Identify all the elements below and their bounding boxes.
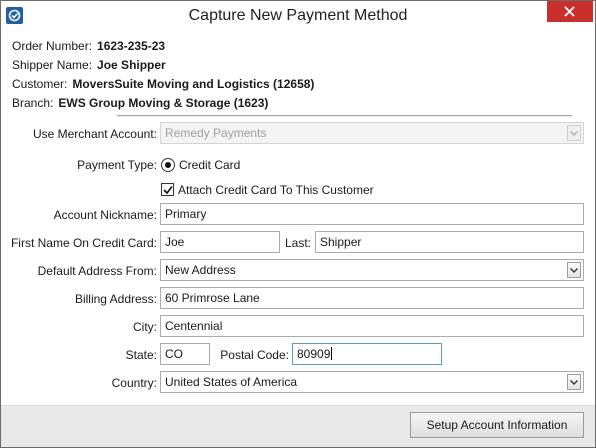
- country-dropdown-button[interactable]: [567, 374, 581, 390]
- window-title: Capture New Payment Method: [188, 7, 408, 24]
- postal-code-value: 80909: [297, 347, 331, 361]
- nickname-input[interactable]: Primary: [160, 203, 584, 225]
- country-value: United States of America: [165, 375, 298, 389]
- chevron-down-icon: [570, 131, 578, 136]
- customer-value: MoversSuite Moving and Logistics (12658): [72, 77, 315, 91]
- billing-address-label: Billing Address:: [74, 292, 157, 306]
- merchant-account-value: Remedy Payments: [165, 126, 267, 140]
- billing-address-input[interactable]: 60 Primrose Lane: [160, 287, 584, 309]
- merchant-account-select: Remedy Payments: [160, 122, 584, 144]
- close-button[interactable]: [547, 1, 593, 22]
- close-icon: [564, 6, 575, 17]
- branch-label: Branch:: [12, 96, 54, 110]
- default-address-label: Default Address From:: [37, 264, 157, 278]
- attach-card-checkbox[interactable]: [161, 183, 174, 196]
- state-input[interactable]: CO: [160, 343, 210, 365]
- order-number-row: Order Number: 1623-235-23: [12, 39, 165, 53]
- city-label: City:: [133, 320, 157, 334]
- text-caret: [331, 347, 333, 360]
- attach-card-label[interactable]: Attach Credit Card To This Customer: [178, 183, 374, 197]
- last-name-input[interactable]: Shipper: [315, 231, 584, 253]
- last-name-label: Last:: [284, 236, 311, 250]
- shipper-value: Joe Shipper: [97, 58, 166, 72]
- credit-card-radio[interactable]: [161, 158, 175, 172]
- first-name-label: First Name On Credit Card:: [10, 236, 157, 250]
- customer-row: Customer: MoversSuite Moving and Logistic…: [12, 77, 314, 91]
- title-bar[interactable]: Capture New Payment Method: [1, 1, 595, 32]
- postal-code-input[interactable]: 80909: [292, 343, 442, 365]
- payment-method-dialog: Capture New Payment Method Order Number:…: [0, 0, 596, 448]
- payment-type-label: Payment Type:: [77, 158, 157, 172]
- customer-label: Customer:: [12, 77, 68, 91]
- first-name-input[interactable]: Joe: [160, 231, 280, 253]
- credit-card-radio-label[interactable]: Credit Card: [179, 158, 240, 172]
- branch-value: EWS Group Moving & Storage (1623): [58, 96, 269, 110]
- default-address-value: New Address: [165, 263, 236, 277]
- default-address-select[interactable]: New Address: [160, 259, 584, 281]
- merchant-account-dropdown-button: [567, 125, 581, 141]
- setup-account-button[interactable]: Setup Account Information: [410, 412, 584, 438]
- shipper-row: Shipper Name: Joe Shipper: [12, 58, 166, 72]
- state-label: State:: [125, 348, 157, 362]
- postal-code-label: Postal Code:: [220, 348, 289, 362]
- order-number-value: 1623-235-23: [97, 39, 166, 53]
- checkmark-icon: [163, 186, 173, 195]
- branch-row: Branch: EWS Group Moving & Storage (1623): [12, 96, 268, 110]
- separator: [117, 115, 572, 117]
- country-label: Country:: [111, 376, 157, 390]
- default-address-dropdown-button[interactable]: [567, 262, 581, 278]
- city-input[interactable]: Centennial: [160, 315, 584, 337]
- country-select[interactable]: United States of America: [160, 371, 584, 393]
- chevron-down-icon: [570, 268, 578, 273]
- dialog-footer: Setup Account Information: [1, 405, 595, 447]
- shipper-label: Shipper Name:: [12, 58, 93, 72]
- order-number-label: Order Number:: [12, 39, 93, 53]
- nickname-label: Account Nickname:: [53, 208, 157, 222]
- merchant-account-label: Use Merchant Account:: [32, 127, 157, 141]
- chevron-down-icon: [570, 380, 578, 385]
